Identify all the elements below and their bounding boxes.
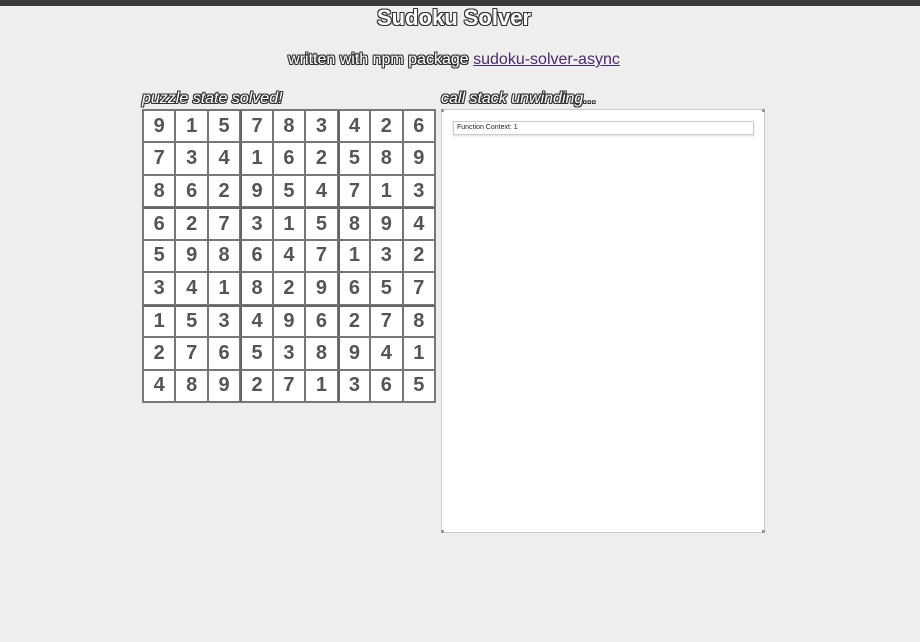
sudoku-cell[interactable]: 6 bbox=[305, 304, 338, 338]
sudoku-cell[interactable]: 5 bbox=[207, 110, 241, 143]
sudoku-cell[interactable]: 6 bbox=[402, 110, 435, 143]
sudoku-cell[interactable]: 4 bbox=[370, 337, 403, 370]
panel-corner bbox=[441, 109, 444, 112]
sudoku-cell[interactable]: 6 bbox=[272, 142, 306, 175]
sudoku-cell[interactable]: 6 bbox=[337, 272, 371, 305]
call-stack-label: call stack unwinding... bbox=[441, 90, 597, 108]
sudoku-cell[interactable]: 2 bbox=[272, 272, 306, 305]
package-link[interactable]: sudoku-solver-async bbox=[473, 51, 620, 68]
sudoku-cell[interactable]: 2 bbox=[207, 174, 241, 208]
sudoku-cell[interactable]: 1 bbox=[240, 142, 273, 175]
subtitle-prefix: written with npm package bbox=[288, 51, 469, 68]
sudoku-cell[interactable]: 8 bbox=[143, 174, 176, 208]
sudoku-cell[interactable]: 6 bbox=[240, 239, 273, 273]
sudoku-cell[interactable]: 1 bbox=[337, 239, 371, 273]
stack-frame: Function Context: 1 bbox=[453, 121, 754, 135]
sudoku-cell[interactable]: 1 bbox=[272, 207, 306, 240]
sudoku-cell[interactable]: 3 bbox=[175, 142, 208, 175]
sudoku-cell[interactable]: 7 bbox=[272, 369, 306, 402]
sudoku-cell[interactable]: 5 bbox=[370, 272, 403, 305]
sudoku-cell[interactable]: 3 bbox=[207, 304, 241, 338]
sudoku-cell[interactable]: 9 bbox=[143, 110, 176, 143]
sudoku-cell[interactable]: 9 bbox=[370, 207, 403, 240]
sudoku-cell[interactable]: 8 bbox=[207, 239, 241, 273]
puzzle-state-value: solved! bbox=[231, 90, 283, 107]
sudoku-cell[interactable]: 4 bbox=[240, 304, 273, 338]
sudoku-cell[interactable]: 4 bbox=[272, 239, 306, 273]
sudoku-cell[interactable]: 1 bbox=[143, 304, 176, 338]
sudoku-cell[interactable]: 9 bbox=[240, 174, 273, 208]
sudoku-cell[interactable]: 3 bbox=[305, 110, 338, 143]
sudoku-cell[interactable]: 5 bbox=[305, 207, 338, 240]
sudoku-cell[interactable]: 1 bbox=[402, 337, 435, 370]
sudoku-cell[interactable]: 9 bbox=[175, 239, 208, 273]
sudoku-cell[interactable]: 4 bbox=[175, 272, 208, 305]
sudoku-cell[interactable]: 8 bbox=[272, 110, 306, 143]
sudoku-cell[interactable]: 2 bbox=[143, 337, 176, 370]
sudoku-cell[interactable]: 7 bbox=[207, 207, 241, 240]
panel-corner bbox=[762, 109, 765, 112]
sudoku-cell[interactable]: 2 bbox=[402, 239, 435, 273]
sudoku-cell[interactable]: 7 bbox=[402, 272, 435, 305]
sudoku-cell[interactable]: 2 bbox=[370, 110, 403, 143]
sudoku-cell[interactable]: 3 bbox=[402, 174, 435, 208]
sudoku-cell[interactable]: 1 bbox=[305, 369, 338, 402]
sudoku-cell[interactable]: 7 bbox=[305, 239, 338, 273]
call-stack-prefix: call stack bbox=[441, 90, 507, 107]
sudoku-cell[interactable]: 4 bbox=[402, 207, 435, 240]
sudoku-cell[interactable]: 8 bbox=[402, 304, 435, 338]
sudoku-cell[interactable]: 4 bbox=[337, 110, 371, 143]
sudoku-grid: 9157834267341625898629547136273158945986… bbox=[142, 109, 436, 403]
sudoku-cell[interactable]: 2 bbox=[305, 142, 338, 175]
panel-corner bbox=[441, 530, 444, 533]
sudoku-cell[interactable]: 3 bbox=[337, 369, 371, 402]
sudoku-cell[interactable]: 9 bbox=[207, 369, 241, 402]
sudoku-cell[interactable]: 4 bbox=[305, 174, 338, 208]
sudoku-cell[interactable]: 1 bbox=[175, 110, 208, 143]
sudoku-cell[interactable]: 6 bbox=[370, 369, 403, 402]
sudoku-cell[interactable]: 6 bbox=[143, 207, 176, 240]
sudoku-cell[interactable]: 2 bbox=[175, 207, 208, 240]
subtitle: written with npm package sudoku-solver-a… bbox=[0, 51, 908, 69]
sudoku-cell[interactable]: 6 bbox=[175, 174, 208, 208]
sudoku-cell[interactable]: 9 bbox=[272, 304, 306, 338]
sudoku-cell[interactable]: 5 bbox=[402, 369, 435, 402]
sudoku-cell[interactable]: 4 bbox=[143, 369, 176, 402]
sudoku-cell[interactable]: 2 bbox=[337, 304, 371, 338]
puzzle-state-prefix: puzzle state bbox=[142, 90, 228, 107]
sudoku-cell[interactable]: 7 bbox=[143, 142, 176, 175]
sudoku-cell[interactable]: 9 bbox=[337, 337, 371, 370]
sudoku-cell[interactable]: 5 bbox=[240, 337, 273, 370]
sudoku-cell[interactable]: 3 bbox=[272, 337, 306, 370]
sudoku-cell[interactable]: 7 bbox=[240, 110, 273, 143]
sudoku-cell[interactable]: 9 bbox=[305, 272, 338, 305]
sudoku-cell[interactable]: 8 bbox=[370, 142, 403, 175]
page-title: Sudoku Solver bbox=[376, 5, 532, 30]
puzzle-state-label: puzzle state solved! bbox=[142, 90, 283, 108]
sudoku-cell[interactable]: 7 bbox=[370, 304, 403, 338]
sudoku-cell[interactable]: 1 bbox=[207, 272, 241, 305]
sudoku-cell[interactable]: 6 bbox=[207, 337, 241, 370]
sudoku-cell[interactable]: 3 bbox=[143, 272, 176, 305]
call-stack-status: unwinding... bbox=[511, 90, 597, 107]
sudoku-cell[interactable]: 9 bbox=[402, 142, 435, 175]
sudoku-cell[interactable]: 8 bbox=[305, 337, 338, 370]
sudoku-cell[interactable]: 5 bbox=[337, 142, 371, 175]
sudoku-cell[interactable]: 8 bbox=[240, 272, 273, 305]
panel-corner bbox=[762, 530, 765, 533]
sudoku-cell[interactable]: 5 bbox=[143, 239, 176, 273]
sudoku-cell[interactable]: 3 bbox=[240, 207, 273, 240]
sudoku-cell[interactable]: 5 bbox=[175, 304, 208, 338]
sudoku-cell[interactable]: 8 bbox=[175, 369, 208, 402]
sudoku-cell[interactable]: 2 bbox=[240, 369, 273, 402]
call-stack-panel: Function Context: 1 bbox=[441, 109, 765, 533]
sudoku-cell[interactable]: 3 bbox=[370, 239, 403, 273]
sudoku-cell[interactable]: 7 bbox=[337, 174, 371, 208]
sudoku-cell[interactable]: 7 bbox=[175, 337, 208, 370]
sudoku-cell[interactable]: 1 bbox=[370, 174, 403, 208]
sudoku-cell[interactable]: 5 bbox=[272, 174, 306, 208]
sudoku-cell[interactable]: 4 bbox=[207, 142, 241, 175]
sudoku-cell[interactable]: 8 bbox=[337, 207, 371, 240]
